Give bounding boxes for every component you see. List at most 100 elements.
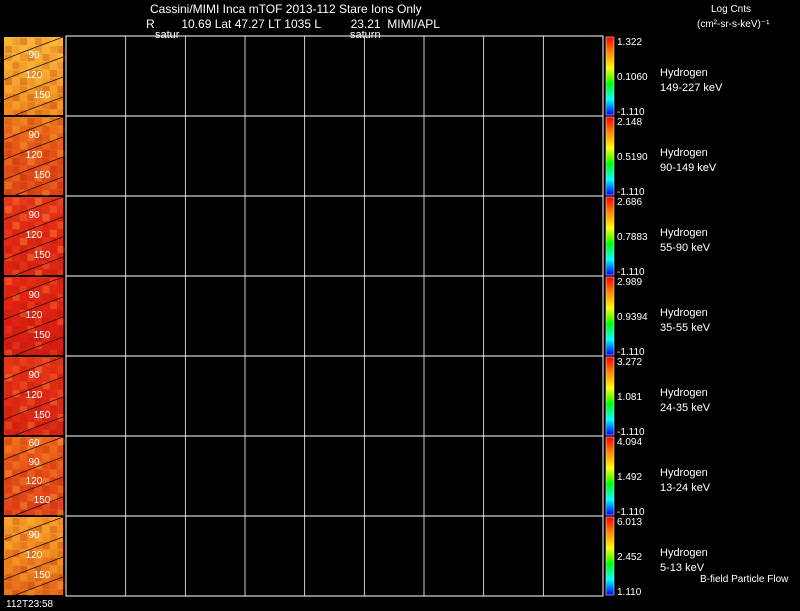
image-pixel (57, 542, 65, 549)
image-pixel (5, 206, 12, 213)
image-pixel (20, 174, 27, 181)
colorbar-mid-label: 1.492 (617, 472, 642, 483)
image-pixel (27, 270, 35, 276)
image-pixel (5, 406, 12, 413)
colorbar-max-label: 2.686 (617, 197, 642, 208)
image-pixel (5, 270, 12, 277)
image-pixel (20, 38, 27, 45)
image-pixel (27, 518, 35, 525)
image-pixel (57, 182, 65, 189)
image-pixel (57, 422, 65, 429)
image-pixel (50, 566, 57, 573)
image-pixel (50, 166, 57, 173)
image-pixel (13, 86, 20, 93)
image-pixel (5, 422, 12, 429)
image-pixel (20, 518, 27, 525)
image-tick-label: 150 (34, 250, 51, 261)
image-pixel (20, 214, 27, 221)
image-pixel (28, 510, 35, 517)
image-pixel (50, 446, 57, 453)
image-pixel (5, 222, 12, 229)
image-pixel (20, 142, 27, 149)
image-pixel (12, 78, 20, 85)
image-pixel (50, 430, 57, 436)
image-pixel (27, 198, 35, 205)
image-tick-label: 120 (26, 390, 43, 401)
energy-label: 90-149 keV (660, 162, 717, 174)
image-tick-label: 90 (28, 210, 40, 221)
image-pixel (57, 430, 65, 436)
image-pixel (50, 382, 57, 389)
image-pixel (5, 526, 12, 533)
image-pixel (50, 142, 57, 149)
energy-label: 13-24 keV (660, 482, 711, 494)
image-pixel (12, 198, 20, 205)
image-tick-label: 90 (28, 130, 40, 141)
image-pixel (50, 70, 57, 77)
image-pixel (5, 190, 12, 196)
image-pixel (27, 38, 35, 45)
image-tick-label: 60 (28, 438, 40, 449)
image-pixel (57, 246, 65, 253)
image-pixel (12, 166, 20, 173)
image-pixel (12, 302, 20, 309)
image-pixel (12, 558, 20, 565)
colorbar-max-label: 3.272 (617, 357, 642, 368)
image-pixel (57, 166, 65, 173)
image-pixel (57, 446, 65, 453)
image-pixel (50, 182, 57, 189)
image-pixel (50, 582, 57, 589)
image-pixel (50, 502, 57, 509)
image-tick-label: 150 (34, 495, 51, 506)
image-pixel (42, 70, 50, 77)
image-pixel (20, 414, 27, 421)
image-pixel (57, 70, 65, 77)
image-pixel (50, 462, 57, 469)
image-pixel (12, 366, 20, 373)
image-tick-label: 90 (28, 290, 40, 301)
image-pixel (20, 438, 27, 445)
image-pixel (12, 142, 20, 149)
image-pixel (12, 438, 20, 445)
image-pixel (20, 454, 27, 461)
image-pixel (50, 406, 57, 413)
image-pixel (42, 446, 50, 453)
colorbar-mid-label: 0.9394 (617, 312, 648, 323)
image-pixel (12, 398, 20, 405)
image-pixel (20, 278, 27, 285)
image-pixel (42, 350, 50, 356)
image-pixel (5, 342, 12, 349)
image-pixel (20, 534, 27, 541)
image-pixel (50, 422, 57, 429)
inca-spectrogram-panels: 901201501.3220.1060-1.110Hydrogen149-227… (3, 35, 723, 598)
image-pixel (50, 310, 57, 317)
image-pixel (35, 590, 42, 597)
image-pixel (57, 382, 65, 389)
panel-2-colorbar (605, 116, 615, 196)
image-pixel (20, 494, 27, 501)
image-pixel (57, 150, 65, 157)
image-pixel (5, 46, 12, 53)
image-pixel (42, 126, 50, 133)
time-label: 112T23:58 (6, 599, 54, 610)
image-pixel (12, 222, 20, 229)
image-pixel (5, 142, 12, 149)
image-tick-label: 90 (28, 457, 40, 468)
panel-4-colorbar (605, 276, 615, 356)
image-pixel (35, 198, 42, 205)
image-pixel (12, 238, 20, 245)
image-pixel (50, 102, 57, 109)
colorbar-max-label: 2.989 (617, 277, 642, 288)
image-pixel (20, 294, 27, 301)
image-pixel (12, 462, 20, 469)
image-tick-label: 150 (34, 570, 51, 581)
image-pixel (57, 390, 65, 397)
image-pixel (5, 326, 12, 333)
image-pixel (42, 366, 50, 373)
image-pixel (5, 542, 12, 549)
colorbar-mid-label: 0.5190 (617, 152, 648, 163)
panel-3-frame (65, 195, 604, 277)
image-tick-label: 150 (34, 410, 51, 421)
image-pixel (12, 286, 20, 293)
image-pixel (20, 382, 27, 389)
